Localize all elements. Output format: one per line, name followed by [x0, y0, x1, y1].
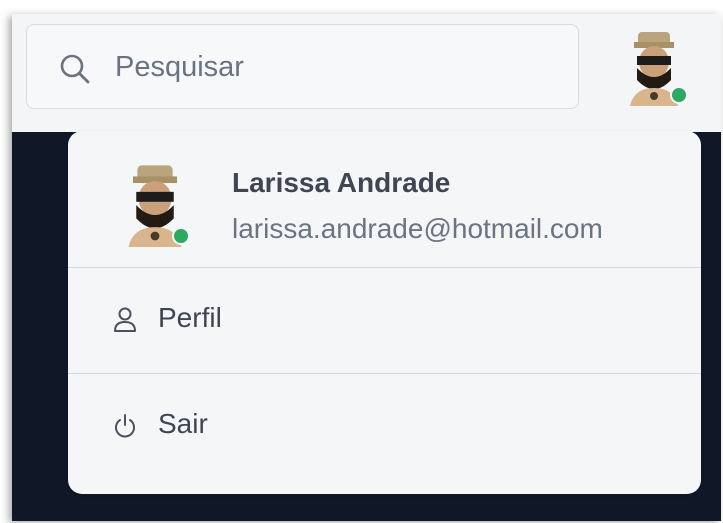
avatar	[120, 161, 190, 247]
menu-item-logout[interactable]: Sair	[68, 374, 701, 478]
app-window: Larissa Andrade larissa.andrade@hotmail.…	[12, 14, 721, 521]
power-icon	[115, 414, 135, 438]
menu-item-label: Sair	[158, 408, 208, 439]
menu-item-label: Perfil	[158, 302, 222, 333]
online-status-indicator	[670, 86, 688, 104]
user-name: Larissa Andrade	[232, 167, 451, 198]
user-icon	[114, 307, 136, 332]
menu-item-profile[interactable]: Perfil	[68, 268, 701, 372]
search-box[interactable]	[26, 24, 579, 109]
user-info: Larissa Andrade larissa.andrade@hotmail.…	[68, 131, 701, 267]
user-avatar-button[interactable]	[624, 28, 688, 106]
search-icon	[60, 54, 90, 84]
search-input[interactable]	[115, 45, 555, 89]
user-email: larissa.andrade@hotmail.com	[232, 213, 603, 244]
user-menu-dropdown: Larissa Andrade larissa.andrade@hotmail.…	[68, 131, 701, 494]
online-status-indicator	[172, 227, 190, 245]
